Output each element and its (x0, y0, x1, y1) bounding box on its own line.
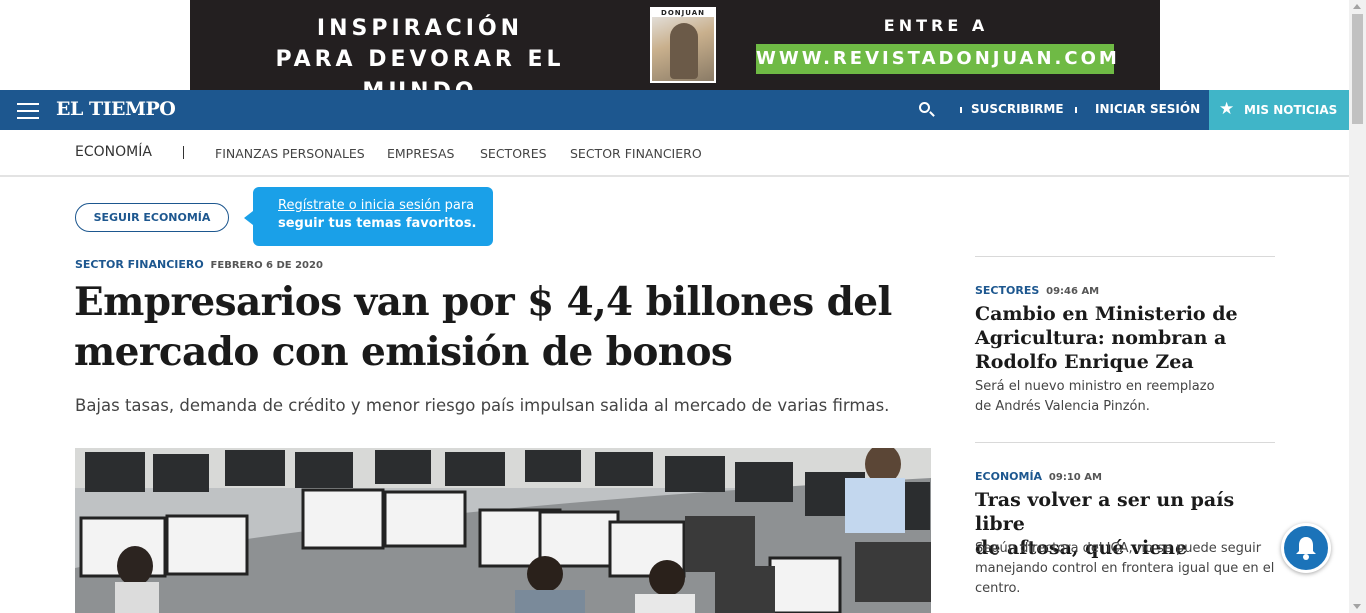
sidebar-item-description: Será el nuevo ministro en reemplazo de A… (975, 377, 1280, 417)
my-news-button[interactable]: ★ MIS NOTICIAS (1209, 90, 1349, 130)
sidebar-title-line: Rodolfo Enrique Zea (975, 351, 1194, 373)
my-news-label: MIS NOTICIAS (1244, 103, 1338, 117)
section-link-finanzas-personales[interactable]: FINANZAS PERSONALES (215, 146, 365, 161)
ad-line-1: INSPIRACIÓN (316, 16, 524, 41)
page-scrollbar[interactable] (1349, 0, 1366, 613)
sidebar-divider (975, 442, 1275, 443)
bell-icon (1296, 537, 1316, 560)
sidebar-title-line: Agricultura: nombran a (975, 327, 1227, 349)
scrollbar-thumb[interactable] (1352, 14, 1363, 124)
article-photo[interactable] (75, 448, 931, 613)
ad-cta: ENTRE A WWW.REVISTADONJUAN.COM (756, 14, 1117, 74)
signup-tooltip: Regístrate o inicia sesión para seguir t… (253, 187, 493, 246)
article-subhead: Bajas tasas, demanda de crédito y menor … (75, 396, 890, 415)
article-kicker: SECTOR FINANCIERO FEBRERO 6 DE 2020 (75, 258, 323, 271)
sidebar-item-category[interactable]: ECONOMÍA (975, 470, 1042, 483)
login-link[interactable]: INICIAR SESIÓN (1095, 102, 1200, 116)
magazine-cover-title: DONJUAN (652, 9, 714, 17)
article-headline: Empresarios van por $ 4,4 billones del m… (74, 277, 954, 377)
sidebar-divider (975, 256, 1275, 257)
star-icon: ★ (1219, 99, 1235, 119)
sidebar-item-time: 09:10 AM (1048, 472, 1102, 483)
tooltip-text-2: seguir tus temas favoritos. (278, 216, 477, 231)
headline-line-2: mercado con emisión de bonos (74, 329, 733, 375)
sidebar-item-category[interactable]: SECTORES (975, 284, 1039, 297)
tooltip-arrow (244, 211, 253, 225)
sidebar-desc-line: Será el nuevo ministro en reemplazo (975, 379, 1215, 394)
trading-room-photo (75, 448, 931, 613)
headline-line-1: Empresarios van por $ 4,4 billones del (74, 279, 892, 325)
article-category[interactable]: SECTOR FINANCIERO (75, 258, 204, 271)
magazine-cover-figure (670, 23, 698, 79)
notification-bell-button[interactable] (1281, 523, 1331, 573)
sidebar-desc-line: manejando control en frontera igual que … (975, 561, 1275, 576)
sidebar-desc-line: de Andrés Valencia Pinzón. (975, 399, 1150, 414)
sidebar-item-meta: ECONOMÍA 09:10 AM (975, 470, 1102, 483)
section-link-sectores[interactable]: SECTORES (480, 146, 547, 161)
sidebar-item-meta: SECTORES 09:46 AM (975, 284, 1099, 297)
separator (960, 107, 962, 113)
tooltip-text-1: para (440, 198, 475, 213)
divider (183, 146, 184, 159)
section-nav: ECONOMÍA FINANZAS PERSONALES EMPRESAS SE… (0, 130, 1349, 177)
follow-section-button[interactable]: SEGUIR ECONOMÍA (75, 203, 229, 232)
main-header: EL TIEMPO SUSCRIBIRME INICIAR SESIÓN ★ M… (0, 90, 1349, 130)
scroll-up-arrow-icon[interactable] (1353, 4, 1361, 9)
magazine-cover-image: DONJUAN (650, 7, 716, 83)
scroll-down-arrow-icon[interactable] (1353, 604, 1361, 609)
sidebar-item-description: Según directora del ICA, no se puede seg… (975, 539, 1280, 599)
ad-url-button[interactable]: WWW.REVISTADONJUAN.COM (756, 44, 1117, 74)
sidebar-title-line: Cambio en Ministerio de (975, 303, 1238, 325)
ad-banner-container: INSPIRACIÓN PARA DEVORAR EL MUNDO DONJUA… (0, 0, 1366, 104)
sidebar-title-line: Tras volver a ser un país libre (975, 489, 1235, 535)
section-link-sector-financiero[interactable]: SECTOR FINANCIERO (570, 146, 702, 161)
site-logo[interactable]: EL TIEMPO (56, 98, 176, 120)
sidebar-item-title[interactable]: Cambio en Ministerio de Agricultura: nom… (975, 302, 1275, 374)
search-icon[interactable] (917, 100, 937, 120)
menu-icon[interactable] (17, 103, 39, 119)
section-link-empresas[interactable]: EMPRESAS (387, 146, 454, 161)
article-date: FEBRERO 6 DE 2020 (210, 260, 323, 271)
ad-entre-text: ENTRE A (883, 16, 989, 35)
separator (1075, 107, 1077, 113)
ad-banner[interactable]: INSPIRACIÓN PARA DEVORAR EL MUNDO DONJUA… (190, 0, 1160, 104)
section-title[interactable]: ECONOMÍA (75, 144, 152, 160)
sidebar-desc-line: centro. (975, 581, 1021, 596)
signup-link[interactable]: Regístrate o inicia sesión (278, 198, 440, 213)
subscribe-link[interactable]: SUSCRIBIRME (971, 102, 1064, 116)
sidebar-desc-line: Según directora del ICA, no se puede seg… (975, 541, 1262, 556)
sidebar-item-time: 09:46 AM (1046, 286, 1100, 297)
